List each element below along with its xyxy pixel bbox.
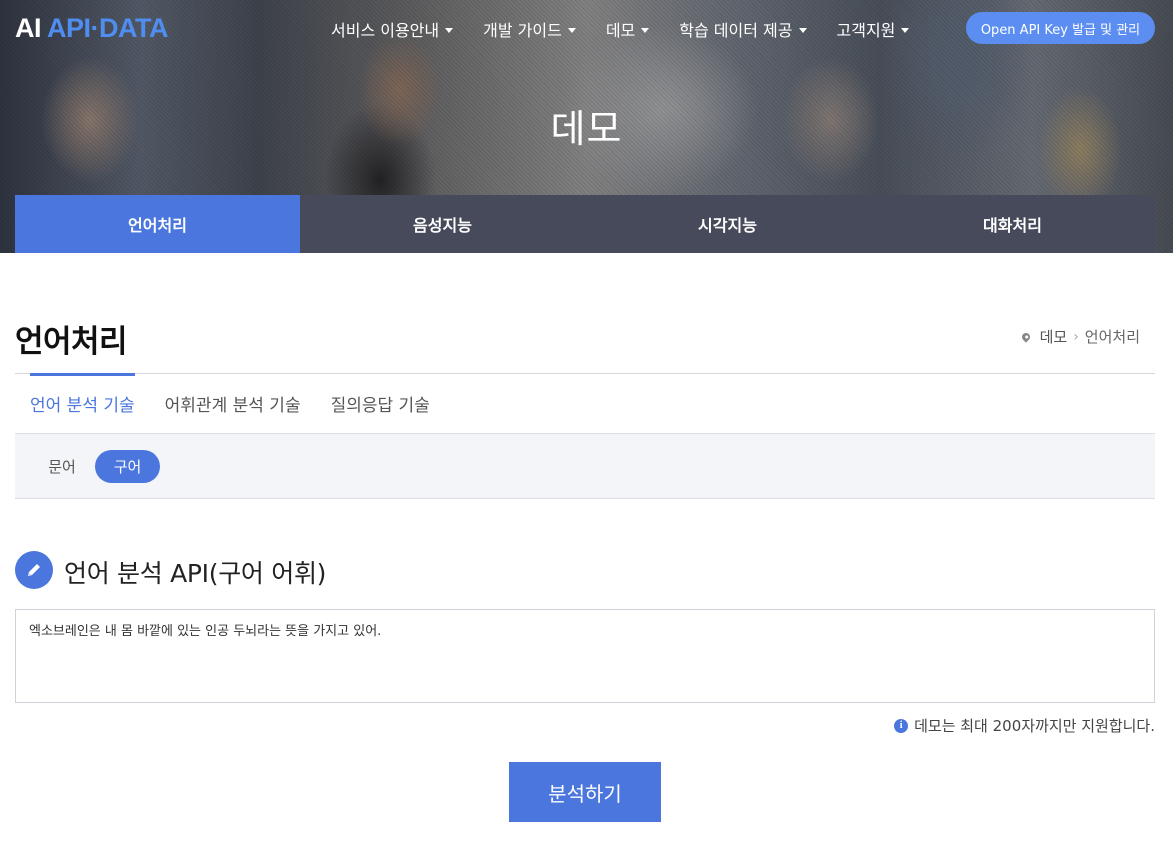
site-logo[interactable]: AI API·DATA xyxy=(15,13,168,44)
nav-item-label: 학습 데이터 제공 xyxy=(679,21,793,40)
page-title: 언어처리 xyxy=(15,324,128,360)
pill-written[interactable]: 문어 xyxy=(33,450,91,483)
nav-item-label: 고객지원 xyxy=(836,21,896,40)
caret-down-icon xyxy=(901,27,910,33)
top-navigation-bar: AI API·DATA 서비스 이용안내 개발 가이드 데모 학습 데이터 제공 … xyxy=(0,0,1173,56)
analyze-button[interactable]: 분석하기 xyxy=(509,762,661,822)
nav-item-label: 개발 가이드 xyxy=(483,21,562,40)
tab-visual-intelligence[interactable]: 시각지능 xyxy=(585,195,870,253)
hero-title: 데모 xyxy=(550,107,623,151)
caret-down-icon xyxy=(641,27,650,33)
logo-ai-text: AI xyxy=(15,13,42,43)
breadcrumb-separator: › xyxy=(1073,328,1079,345)
open-api-key-button[interactable]: Open API Key 발급 및 관리 xyxy=(966,12,1155,44)
info-icon: i xyxy=(894,718,909,733)
pill-spoken[interactable]: 구어 xyxy=(95,450,160,483)
analysis-text-input[interactable]: 엑소브레인은 내 몸 바깥에 있는 인공 두뇌라는 뜻을 가지고 있어. xyxy=(15,609,1155,703)
nav-item-support[interactable]: 고객지원 xyxy=(837,17,910,41)
nav-item-demo[interactable]: 데모 xyxy=(605,17,650,41)
subtab-lexical-relation[interactable]: 어휘관계 분석 기술 xyxy=(150,373,316,433)
tab-speech-intelligence[interactable]: 음성지능 xyxy=(300,195,585,253)
logo-apidata-text: API·DATA xyxy=(47,13,168,43)
tab-dialogue-processing[interactable]: 대화처리 xyxy=(870,195,1155,253)
style-filter-bar: 문어 구어 xyxy=(15,433,1155,499)
nav-item-label: 서비스 이용안내 xyxy=(331,21,440,40)
category-tabs: 언어처리 음성지능 시각지능 대화처리 xyxy=(15,195,1155,253)
nav-item-label: 데모 xyxy=(605,21,636,40)
subtab-question-answering[interactable]: 질의응답 기술 xyxy=(316,373,445,433)
caret-down-icon xyxy=(798,27,807,33)
subtab-language-analysis[interactable]: 언어 분석 기술 xyxy=(15,373,150,433)
nav-item-service-guide[interactable]: 서비스 이용안내 xyxy=(331,17,454,41)
main-nav: 서비스 이용안내 개발 가이드 데모 학습 데이터 제공 고객지원 xyxy=(331,17,939,41)
breadcrumb: 데모 › 언어처리 xyxy=(1019,326,1140,347)
char-limit-notice: i 데모는 최대 200자까지만 지원합니다. xyxy=(894,715,1155,736)
notice-text: 데모는 최대 200자까지만 지원합니다. xyxy=(914,717,1155,735)
pencil-icon xyxy=(15,551,53,589)
tab-language-processing[interactable]: 언어처리 xyxy=(15,195,300,253)
api-section-title: 언어 분석 API(구어 어휘) xyxy=(64,559,327,588)
nav-item-training-data[interactable]: 학습 데이터 제공 xyxy=(679,17,807,41)
breadcrumb-current: 언어처리 xyxy=(1084,328,1140,346)
caret-down-icon xyxy=(445,27,454,33)
nav-item-dev-guide[interactable]: 개발 가이드 xyxy=(483,17,576,41)
breadcrumb-parent[interactable]: 데모 xyxy=(1040,326,1068,347)
caret-down-icon xyxy=(567,27,576,33)
sub-tabs: 언어 분석 기술 어휘관계 분석 기술 질의응답 기술 xyxy=(15,373,445,433)
location-pin-icon xyxy=(1019,330,1032,343)
